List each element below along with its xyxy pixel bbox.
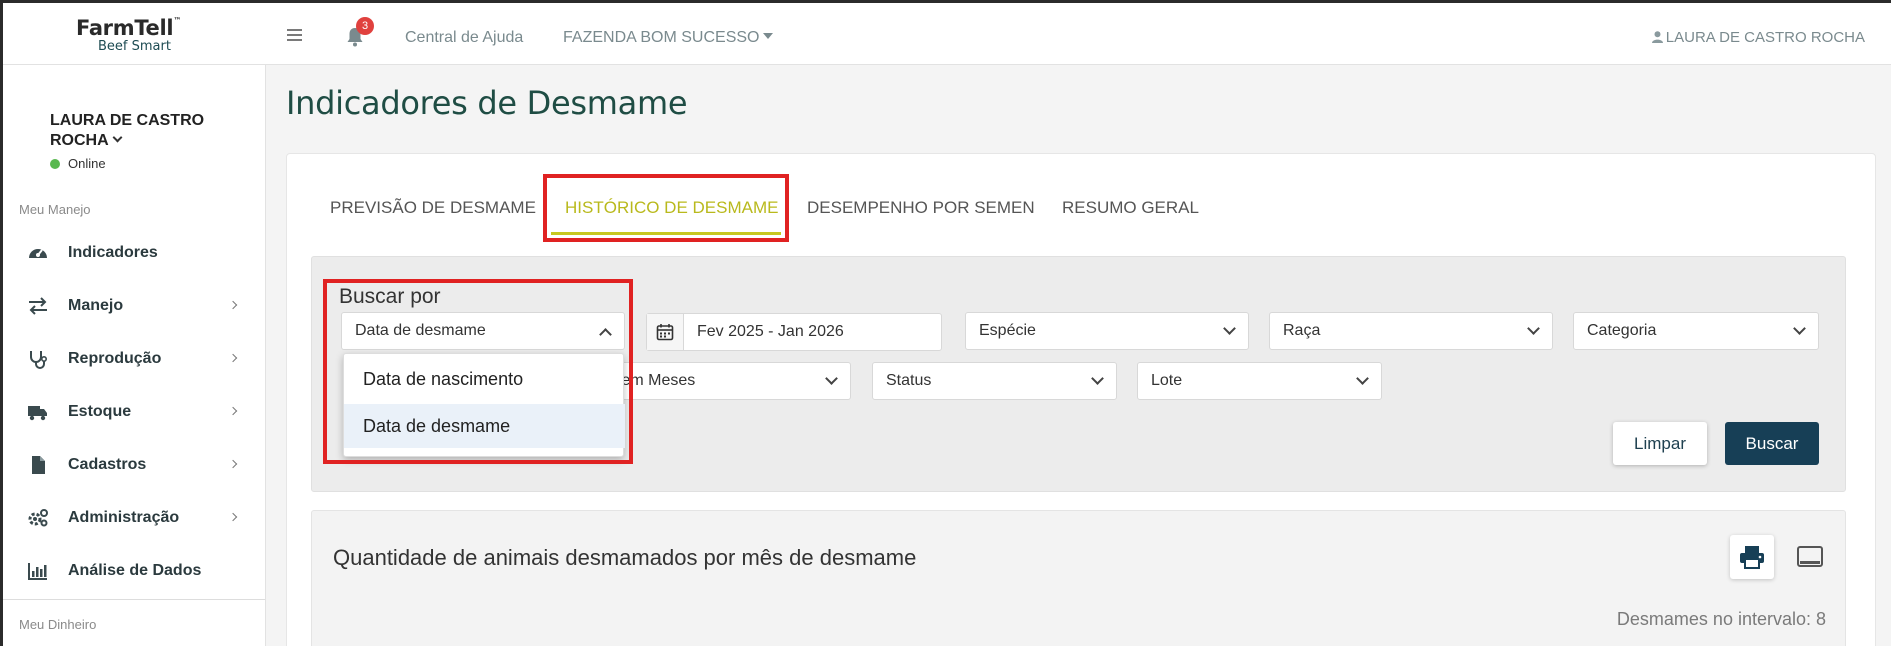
status-select[interactable]: Status: [872, 362, 1117, 400]
chevron-down-icon: [1356, 372, 1369, 385]
user-icon: [1651, 31, 1663, 43]
page-title: Indicadores de Desmame: [286, 84, 688, 122]
sidebar-user-name[interactable]: LAURA DE CASTRO ROCHA: [50, 111, 240, 151]
chevron-down-icon: [1091, 372, 1104, 385]
logo-subtitle: Beef Smart: [98, 39, 171, 54]
notification-badge: 3: [356, 17, 374, 35]
sidebar-item-indicadores[interactable]: Indicadores: [3, 233, 265, 273]
user-menu[interactable]: LAURA DE CASTRO ROCHA: [1651, 29, 1865, 46]
sidebar-item-estoque[interactable]: Estoque: [3, 392, 265, 432]
especie-select[interactable]: Espécie: [965, 312, 1249, 350]
lote-select[interactable]: Lote: [1137, 362, 1382, 400]
menu-toggle-icon[interactable]: [287, 29, 302, 41]
app-window: FarmTell™ Beef Smart 3 Central de Ajuda …: [3, 3, 1891, 646]
logo[interactable]: FarmTell™ Beef Smart: [3, 3, 265, 65]
calendar-button[interactable]: [647, 314, 684, 350]
sidebar-item-label: Reprodução: [68, 350, 162, 367]
chevron-down-icon: [1527, 322, 1540, 335]
limpar-button[interactable]: Limpar: [1613, 422, 1707, 465]
truck-icon: [28, 406, 47, 421]
sidebar-item-label: Indicadores: [68, 244, 158, 261]
tab-resumo[interactable]: RESUMO GERAL: [1062, 198, 1199, 218]
dashboard-icon: [29, 249, 47, 258]
tab-previsao[interactable]: PREVISÃO DE DESMAME: [330, 198, 536, 218]
logo-text: FarmTell™: [76, 16, 182, 40]
sidebar: LAURA DE CASTRO ROCHA Online Meu Manejo …: [3, 65, 266, 646]
date-range-field[interactable]: Fev 2025 - Jan 2026: [646, 313, 942, 351]
chevron-right-icon: [228, 300, 238, 310]
chart-panel: [311, 510, 1846, 646]
highlight-box-buscar: [323, 279, 633, 464]
chart-panel-title: Quantidade de animais desmamados por mês…: [333, 545, 917, 570]
bar-chart-icon: [28, 563, 47, 580]
sidebar-item-manejo[interactable]: Manejo: [3, 286, 265, 326]
fullscreen-button[interactable]: [1788, 535, 1832, 579]
chevron-down-icon: [112, 132, 123, 143]
sidebar-item-label: Cadastros: [68, 456, 147, 473]
section-meu-manejo: Meu Manejo: [19, 202, 91, 217]
calendar-icon: [656, 324, 674, 341]
farm-selector[interactable]: FAZENDA BOM SUCESSO: [563, 29, 774, 47]
help-link[interactable]: Central de Ajuda: [405, 29, 523, 47]
highlight-box-tab: [543, 174, 789, 242]
print-icon: [1740, 546, 1764, 569]
chevron-right-icon: [228, 459, 238, 469]
monitor-icon: [1797, 546, 1823, 567]
caret-down-icon: [763, 33, 774, 39]
categoria-select[interactable]: Categoria: [1573, 312, 1819, 350]
tab-desempenho[interactable]: DESEMPENHO POR SEMEN: [807, 198, 1035, 218]
chevron-down-icon: [1223, 322, 1236, 335]
online-dot-icon: [50, 159, 60, 169]
chevron-right-icon: [228, 353, 238, 363]
sidebar-item-label: Estoque: [68, 403, 132, 420]
chevron-right-icon: [228, 406, 238, 416]
top-bar: FarmTell™ Beef Smart 3 Central de Ajuda …: [3, 3, 1891, 65]
stethoscope-icon: [30, 351, 48, 369]
sidebar-item-cadastros[interactable]: Cadastros: [3, 445, 265, 485]
section-meu-dinheiro: Meu Dinheiro: [19, 617, 97, 632]
user-status: Online: [50, 156, 106, 171]
sidebar-item-label: Análise de Dados: [68, 562, 202, 579]
sidebar-item-administracao[interactable]: Administração: [3, 498, 265, 538]
sidebar-item-analise[interactable]: Análise de Dados: [3, 551, 265, 591]
buscar-button[interactable]: Buscar: [1725, 422, 1819, 465]
sidebar-item-label: Manejo: [68, 297, 124, 314]
desmames-summary: Desmames no intervalo: 8: [1616, 609, 1826, 629]
raca-select[interactable]: Raça: [1269, 312, 1553, 350]
file-icon: [32, 456, 45, 474]
print-button[interactable]: [1730, 535, 1774, 579]
sidebar-divider: [3, 599, 265, 600]
sidebar-item-label: Administração: [68, 509, 180, 526]
cogs-icon: [28, 509, 48, 527]
chevron-right-icon: [228, 512, 238, 522]
chevron-down-icon: [825, 372, 838, 385]
sidebar-item-reproducao[interactable]: Reprodução: [3, 339, 265, 379]
arrows-icon: [29, 297, 47, 315]
chevron-down-icon: [1793, 322, 1806, 335]
